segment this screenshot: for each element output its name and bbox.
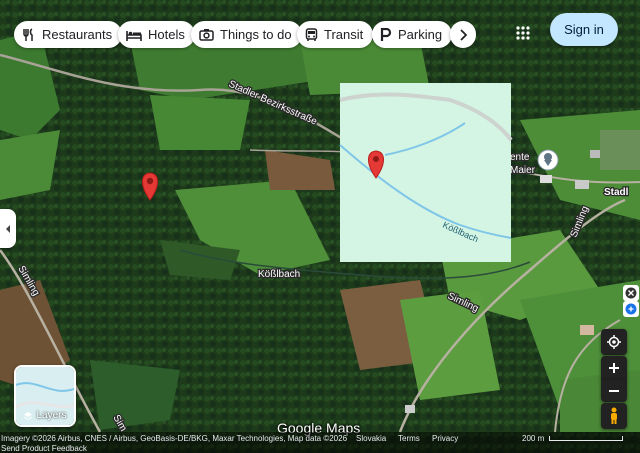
layers-button[interactable]: Layers [14,365,76,427]
chip-hotels-label: Hotels [148,27,185,42]
village-label-stadl: Stadl [604,187,629,198]
zoom-out-button[interactable] [601,380,627,402]
globe-view-button[interactable] [623,301,639,317]
layers-icon [24,411,33,420]
send-feedback-link[interactable]: Send Product Feedback [1,444,87,453]
parking-p-icon [380,27,392,41]
map-preview-panel: Kößlbach [339,83,513,262]
pegman-button[interactable] [601,403,627,429]
layers-label: Layers [36,410,67,421]
chevron-left-icon [6,224,10,233]
chip-restaurants-label: Restaurants [42,27,113,42]
country-link[interactable]: Slovakia [356,434,386,443]
place-label-partial: ente [510,152,530,163]
place-marker-icon[interactable] [537,149,559,171]
my-location-button[interactable] [601,329,627,355]
chip-transit-label: Transit [324,27,364,42]
google-apps-button[interactable] [508,18,538,48]
sign-in-button[interactable]: Sign in [550,13,618,46]
chip-parking[interactable]: Parking [372,21,453,48]
crosshair-icon [607,335,621,349]
scale-label[interactable]: 200 m [522,434,544,443]
zoom-in-button[interactable] [601,356,627,380]
bed-icon [126,30,142,41]
collapse-panel-button[interactable] [0,209,16,248]
stream-label-kosslbach: Kößlbach [258,269,300,280]
chip-things-to-do-label: Things to do [220,27,292,42]
fork-knife-icon [23,27,33,41]
plus-icon [609,363,619,373]
close-circle-icon [625,287,637,299]
scale-bar [549,436,623,441]
close-panel-button[interactable] [623,285,639,301]
chip-hotels[interactable]: Hotels [118,21,195,48]
bus-icon [305,27,318,41]
pegman-icon [611,407,617,424]
chip-things-to-do[interactable]: Things to do [191,21,302,48]
chip-parking-label: Parking [398,27,443,42]
more-chips-button[interactable] [450,21,476,48]
privacy-link[interactable]: Privacy [432,434,458,443]
minus-icon [609,390,619,392]
footer-bar: Imagery ©2026 Airbus, CNES / Airbus, Geo… [0,432,640,453]
chip-restaurants[interactable]: Restaurants [14,21,123,48]
imagery-attribution: Imagery ©2026 Airbus, CNES / Airbus, Geo… [1,434,348,443]
globe-icon [625,303,637,315]
terms-link[interactable]: Terms [398,434,420,443]
satellite-map[interactable]: Stadler Bezirksstraße Kößlbach Simling S… [0,0,640,453]
layers-label-row: Layers [16,410,74,421]
place-label-maier: Maier [510,165,536,176]
grid-icon [516,26,530,40]
chevron-right-icon [460,28,467,41]
camera-icon [199,29,214,41]
chip-transit[interactable]: Transit [297,21,374,48]
